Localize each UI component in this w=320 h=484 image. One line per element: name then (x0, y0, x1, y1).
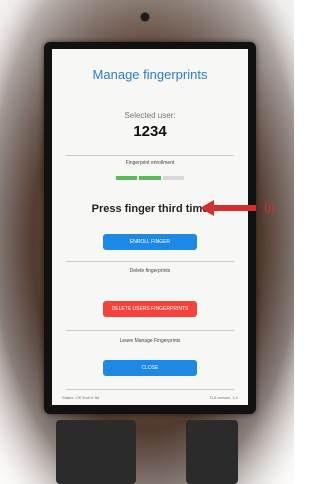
device-base-left (56, 420, 136, 484)
progress-segment (116, 176, 138, 180)
enroll-finger-button[interactable]: ENROLL FINGER (103, 234, 197, 250)
page-title: Manage fingerprints (92, 67, 208, 82)
enrollment-progress (116, 176, 184, 180)
camera-lens (140, 12, 150, 22)
divider (66, 389, 234, 390)
device-screen: Manage fingerprints Selected user: 1234 … (52, 49, 248, 405)
close-button[interactable]: CLOSE (103, 360, 197, 376)
annotation-arrow-icon (200, 200, 256, 216)
status-text: Status: OK Event: ffd (62, 395, 100, 400)
annotation-label: (j) (264, 200, 275, 214)
divider (66, 155, 234, 156)
progress-segment (139, 176, 161, 180)
delete-fingerprints-label: Delete fingerprints (129, 268, 171, 274)
progress-segment (162, 176, 184, 180)
version-text: TLA version: 1.0 (209, 395, 238, 400)
delete-fingerprints-button[interactable]: DELETE USERS FINGERPRINTS (103, 301, 197, 317)
selected-user-label: Selected user: (124, 111, 176, 120)
leave-label: Leave Manage Fingerprints (119, 338, 181, 344)
divider (66, 261, 234, 262)
divider (66, 330, 234, 331)
selected-user-value: 1234 (133, 123, 167, 140)
enrollment-label: Fingerprint enrollment (125, 160, 175, 166)
device-base-right (186, 420, 238, 484)
